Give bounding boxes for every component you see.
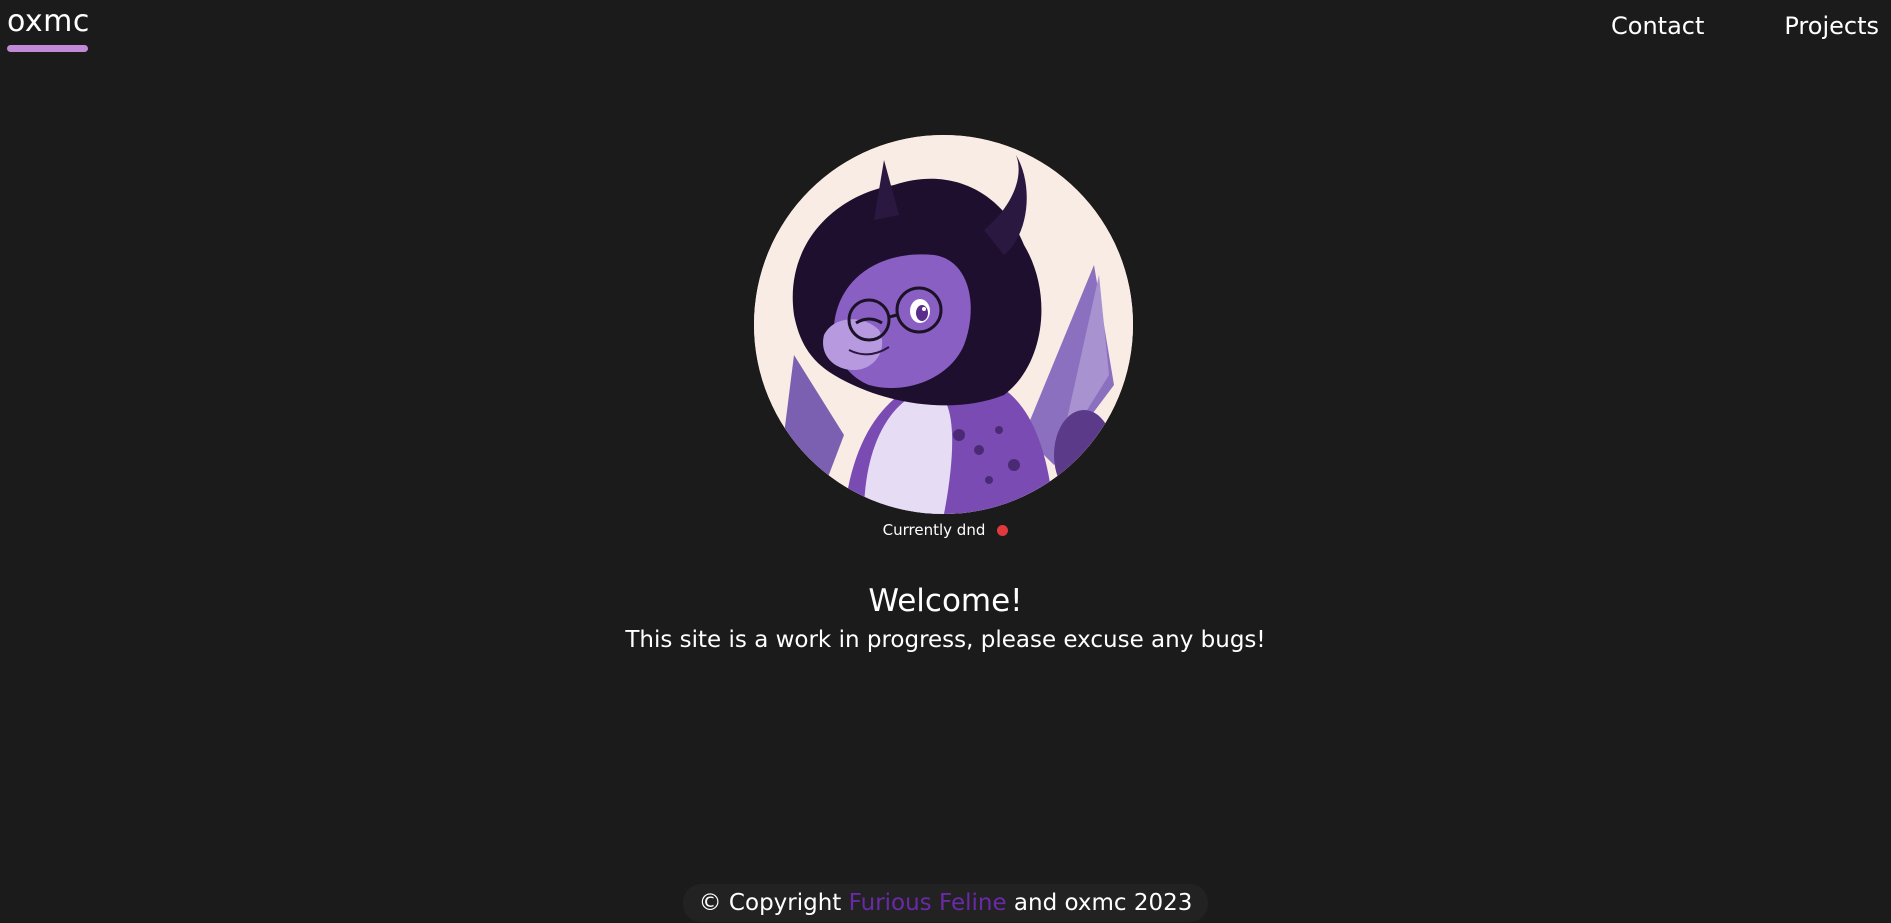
top-nav: Contact Projects — [1611, 10, 1879, 42]
copyright-notice: © Copyright Furious Feline and oxmc 2023 — [682, 884, 1209, 922]
logo-underline — [7, 45, 88, 52]
copyright-prefix: © Copyright — [698, 890, 842, 916]
nav-link-projects[interactable]: Projects — [1784, 10, 1879, 42]
status-text: Currently dnd — [882, 521, 986, 539]
logo-text: oxmc — [7, 4, 90, 39]
status-indicator: Currently dnd — [0, 520, 1891, 540]
footer: © Copyright Furious Feline and oxmc 2023 — [0, 884, 1891, 922]
home-logo-link[interactable]: oxmc — [7, 4, 90, 52]
profile-avatar — [754, 135, 1133, 514]
furious-feline-link[interactable]: Furious Feline — [849, 890, 1007, 916]
nav-link-contact[interactable]: Contact — [1611, 10, 1704, 42]
copyright-suffix: and oxmc 2023 — [1013, 890, 1193, 916]
welcome-subtitle: This site is a work in progress, please … — [625, 627, 1266, 653]
status-dot-icon — [997, 524, 1009, 536]
page: oxmc Contact Projects Currently dnd Welc… — [0, 0, 1891, 923]
welcome-title: Welcome! — [868, 583, 1023, 619]
